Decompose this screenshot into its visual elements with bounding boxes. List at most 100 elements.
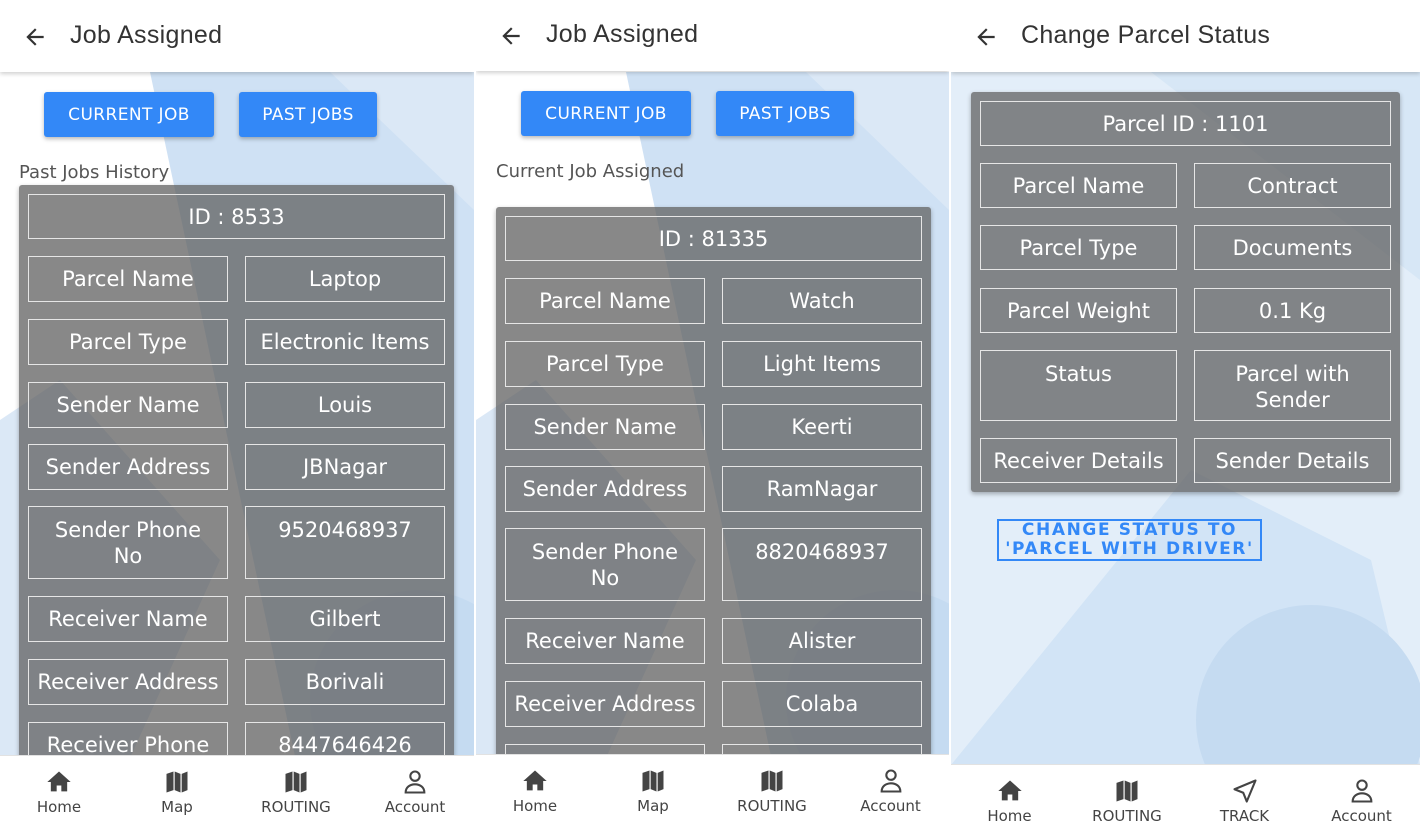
receiver-address-value: Borivali [245, 659, 445, 705]
nav-label-routing: ROUTING [261, 798, 331, 816]
parcel-weight-label: Parcel Weight [980, 288, 1177, 333]
nav-label-map: Map [637, 797, 669, 815]
app-bar: Job Assigned [476, 0, 949, 71]
account-icon [880, 769, 901, 793]
receiver-address-label: Receiver Address [505, 681, 705, 727]
bottom-navigation: Home Map ROUTING Account [476, 754, 949, 827]
receiver-details-button[interactable]: Receiver Details [980, 438, 1177, 483]
parcel-type-value: Documents [1194, 225, 1391, 270]
parcel-details-card: Parcel ID : 1101 Parcel Name Contract Pa… [971, 92, 1400, 492]
nav-label-account: Account [860, 797, 921, 815]
home-icon [47, 771, 71, 792]
parcel-type-label: Parcel Type [505, 341, 705, 387]
parcel-name-value: Watch [722, 278, 922, 324]
parcel-type-label: Parcel Type [980, 225, 1177, 270]
sender-details-button[interactable]: Sender Details [1194, 438, 1391, 483]
sender-name-value: Keerti [722, 404, 922, 450]
parcel-name-label: Parcel Name [28, 256, 228, 302]
sender-phone-value: 9520468937 [245, 506, 445, 579]
job-assigned-past-screen: Job Assigned CURRENT JOB PAST JOBS Past … [0, 0, 474, 839]
nav-label-map: Map [161, 798, 193, 816]
map-icon [285, 771, 307, 793]
nav-account[interactable]: Account [1303, 765, 1420, 837]
nav-routing[interactable]: ROUTING [712, 755, 832, 827]
sender-name-label: Sender Name [28, 382, 228, 428]
app-bar: Job Assigned [0, 0, 474, 72]
map-icon [1116, 780, 1138, 802]
section-label: Past Jobs History [19, 162, 170, 183]
navigation-arrow-icon [1232, 779, 1257, 803]
nav-account[interactable]: Account [356, 756, 474, 828]
app-bar: Change Parcel Status [951, 0, 1420, 72]
parcel-type-label: Parcel Type [28, 319, 228, 365]
receiver-name-label: Receiver Name [28, 596, 228, 642]
map-icon [166, 771, 188, 793]
account-icon [1351, 779, 1372, 803]
job-details-card: ID : 8533 Parcel Name Laptop Parcel Type… [19, 185, 454, 785]
page-title: Job Assigned [546, 20, 699, 48]
nav-home[interactable]: Home [0, 756, 118, 828]
status-value: Parcel with Sender [1194, 350, 1391, 421]
change-parcel-status-screen: Change Parcel Status Parcel ID : 1101 Pa… [951, 0, 1420, 839]
page-title: Change Parcel Status [1021, 21, 1271, 49]
sender-name-label: Sender Name [505, 404, 705, 450]
current-job-button[interactable]: CURRENT JOB [44, 92, 214, 137]
parcel-name-value: Contract [1194, 163, 1391, 208]
back-arrow-icon[interactable] [22, 24, 48, 50]
job-id-cell: ID : 8533 [28, 194, 445, 239]
nav-account[interactable]: Account [832, 755, 949, 827]
parcel-id-cell: Parcel ID : 1101 [980, 101, 1391, 146]
sender-name-value: Louis [245, 382, 445, 428]
sender-address-value: RamNagar [722, 466, 922, 512]
bottom-navigation: Home Map ROUTING Account [0, 755, 474, 828]
bottom-navigation: Home ROUTING TRACK Account [951, 764, 1420, 837]
receiver-name-value: Gilbert [245, 596, 445, 642]
receiver-address-value: Colaba [722, 681, 922, 727]
account-icon [404, 770, 426, 794]
nav-label-routing: ROUTING [1092, 807, 1162, 825]
sender-address-value: JBNagar [245, 444, 445, 490]
page-title: Job Assigned [70, 21, 223, 49]
nav-label-home: Home [512, 797, 558, 815]
nav-label-home: Home [987, 807, 1032, 825]
nav-label-track: TRACK [1219, 807, 1270, 825]
nav-home[interactable]: Home [476, 755, 594, 827]
past-jobs-button[interactable]: PAST JOBS [716, 91, 854, 136]
home-icon [997, 780, 1022, 801]
nav-home[interactable]: Home [951, 765, 1068, 837]
nav-label-account: Account [1331, 807, 1392, 825]
nav-routing[interactable]: ROUTING [1068, 765, 1186, 837]
nav-track[interactable]: TRACK [1186, 765, 1303, 837]
receiver-address-label: Receiver Address [28, 659, 228, 705]
parcel-type-value: Light Items [722, 341, 922, 387]
past-jobs-button[interactable]: PAST JOBS [239, 92, 377, 137]
status-label: Status [980, 350, 1177, 421]
parcel-type-value: Electronic Items [245, 319, 445, 365]
parcel-name-value: Laptop [245, 256, 445, 302]
job-assigned-current-screen: Job Assigned CURRENT JOB PAST JOBS Curre… [476, 0, 949, 839]
nav-map[interactable]: Map [118, 756, 236, 828]
nav-label-account: Account [384, 798, 446, 816]
current-job-button[interactable]: CURRENT JOB [521, 91, 691, 136]
receiver-name-label: Receiver Name [505, 618, 705, 664]
parcel-name-label: Parcel Name [505, 278, 705, 324]
parcel-weight-value: 0.1 Kg [1194, 288, 1391, 333]
back-arrow-icon[interactable] [498, 23, 524, 49]
sender-phone-label: Sender Phone No [28, 506, 228, 579]
job-details-card: ID : 81335 Parcel Name Watch Parcel Type… [496, 207, 931, 790]
sender-address-label: Sender Address [505, 466, 705, 512]
home-icon [523, 770, 547, 791]
sender-phone-value: 8820468937 [722, 528, 922, 601]
back-arrow-icon[interactable] [973, 24, 999, 50]
sender-address-label: Sender Address [28, 444, 228, 490]
nav-label-routing: ROUTING [737, 797, 807, 815]
section-label: Current Job Assigned [496, 161, 685, 182]
change-status-button[interactable]: CHANGE STATUS TO 'PARCEL WITH DRIVER' [997, 519, 1262, 561]
nav-label-home: Home [36, 798, 82, 816]
map-icon [761, 770, 783, 792]
nav-map[interactable]: Map [594, 755, 712, 827]
receiver-name-value: Alister [722, 618, 922, 664]
nav-routing[interactable]: ROUTING [236, 756, 356, 828]
parcel-name-label: Parcel Name [980, 163, 1177, 208]
map-icon [642, 770, 664, 792]
